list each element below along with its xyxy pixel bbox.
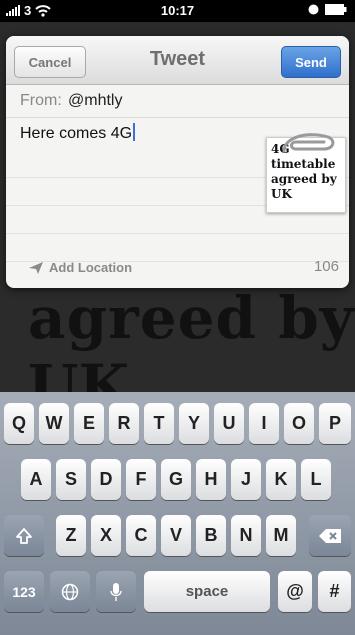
key-i[interactable]: I [249,403,279,444]
paperclip-icon [282,133,335,153]
text-cursor [133,123,136,141]
key-at[interactable]: @ [278,571,312,612]
key-v[interactable]: V [161,515,191,556]
compose-header: Cancel Tweet Send [6,36,349,85]
key-f[interactable]: F [126,459,156,500]
key-a[interactable]: A [21,459,51,500]
key-g[interactable]: G [161,459,191,500]
location-arrow-icon [29,261,43,274]
key-j[interactable]: J [231,459,261,500]
key-z[interactable]: Z [56,515,86,556]
key-k[interactable]: K [266,459,296,500]
tweet-text-field[interactable]: Here comes 4G [20,123,136,143]
alarm-icon [308,4,319,15]
key-q[interactable]: Q [4,403,34,444]
article-headline: agreed by [28,284,355,352]
key-y[interactable]: Y [179,403,209,444]
globe-icon [61,583,79,600]
shift-key[interactable] [4,515,44,556]
key-m[interactable]: M [266,515,296,556]
key-w[interactable]: W [39,403,69,444]
from-row[interactable]: From: @mhtly [6,85,349,118]
backspace-key[interactable] [309,515,351,556]
key-d[interactable]: D [91,459,121,500]
phone-screen: 3 10:17 agreed by UK Cancel Tweet Send F… [0,0,355,635]
status-bar: 3 10:17 [0,0,355,22]
key-n[interactable]: N [231,515,261,556]
globe-key[interactable] [50,571,90,612]
key-b[interactable]: B [196,515,226,556]
space-key[interactable]: space [144,571,270,612]
key-r[interactable]: R [109,403,139,444]
key-s[interactable]: S [56,459,86,500]
numbers-key[interactable]: 123 [4,571,44,612]
key-hash[interactable]: # [318,571,351,612]
key-x[interactable]: X [91,515,121,556]
key-u[interactable]: U [214,403,244,444]
add-location-label: Add Location [49,260,133,275]
key-l[interactable]: L [301,459,331,500]
dictation-key[interactable] [96,571,136,612]
key-o[interactable]: O [284,403,314,444]
status-right [308,4,347,15]
add-location-button[interactable]: Add Location [28,260,132,275]
key-e[interactable]: E [74,403,104,444]
keyboard: Q W E R T Y U I O P A S D F G H J K L Z … [0,392,355,635]
shift-icon [16,527,32,544]
from-label: From: [20,92,62,109]
send-button[interactable]: Send [281,46,341,78]
microphone-icon [110,582,122,601]
from-account[interactable]: @mhtly [68,92,122,110]
character-count: 106 [313,258,339,275]
key-p[interactable]: P [319,403,351,444]
key-c[interactable]: C [126,515,156,556]
key-h[interactable]: H [196,459,226,500]
tweet-compose-sheet: Cancel Tweet Send From: @mhtly Here come… [6,36,349,288]
backspace-icon [319,528,341,543]
key-t[interactable]: T [144,403,174,444]
tweet-text: Here comes 4G [20,125,133,142]
status-time: 10:17 [160,3,195,18]
battery-icon [325,4,347,15]
